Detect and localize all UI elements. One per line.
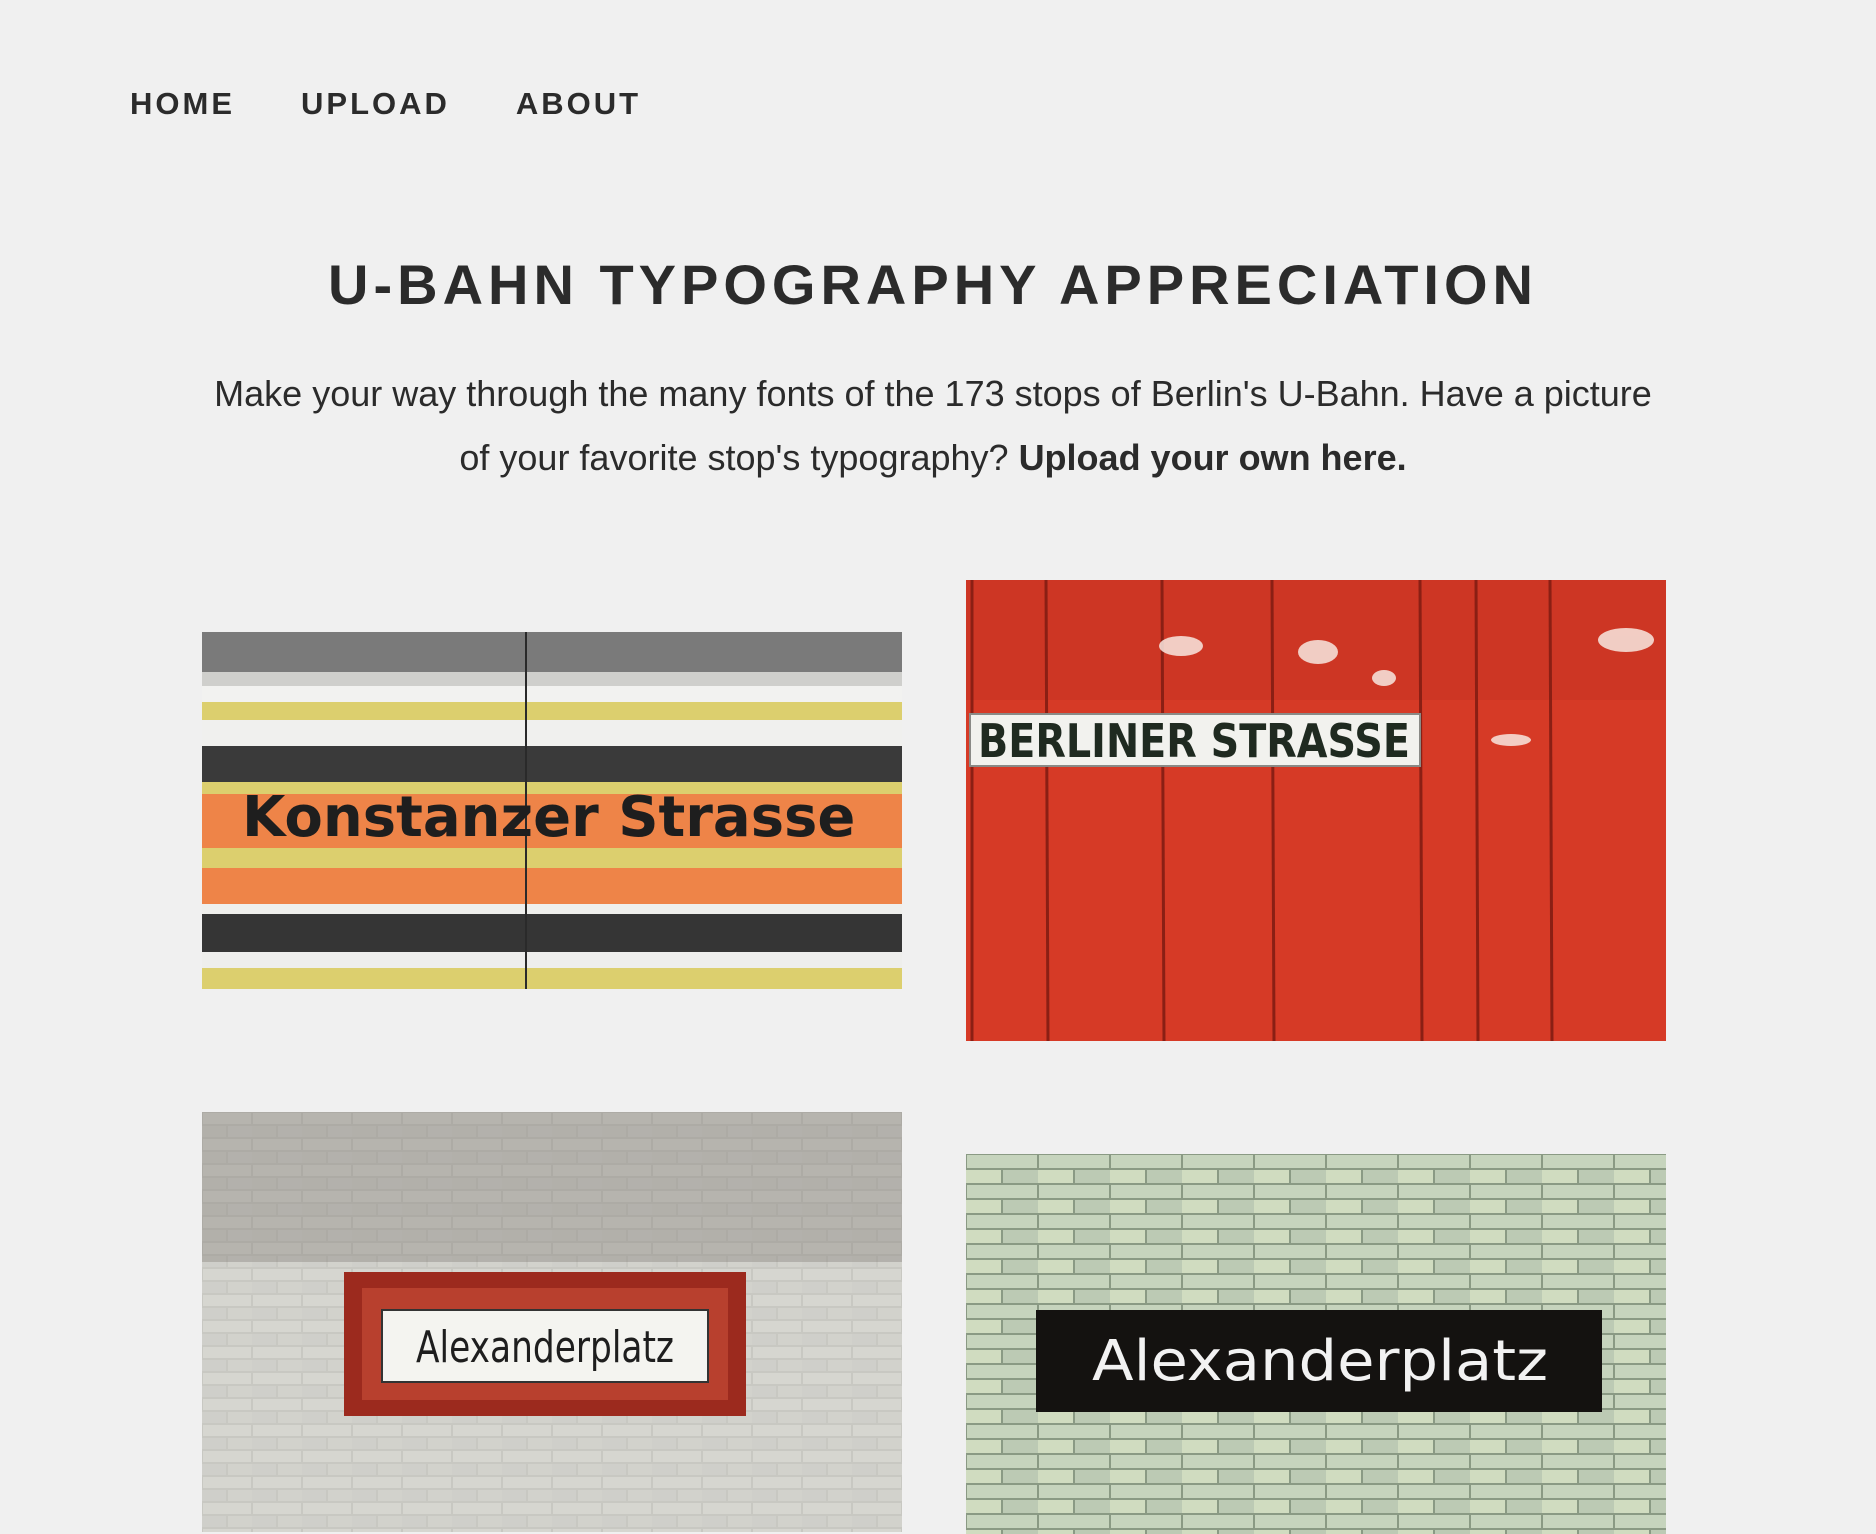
photo-berliner-strasse[interactable]: BERLINER STRASSE	[966, 580, 1666, 1041]
nav-home-link[interactable]: HOME	[130, 86, 235, 122]
berliner-sign-text: BERLINER STRASSE	[978, 714, 1410, 768]
photo-konstanzer-strasse[interactable]: Konstanzer Strasse	[202, 632, 902, 989]
upload-link[interactable]: Upload your own here.	[1019, 437, 1407, 478]
intro-text: Make your way through the many fonts of …	[214, 373, 1652, 478]
alexanderplatz-red-photo: Alexanderplatz	[202, 1112, 902, 1532]
alexanderplatz-black-photo: Alexanderplatz	[966, 1154, 1666, 1534]
konstanzer-strasse-photo: Konstanzer Strasse	[202, 632, 902, 989]
photo-alexanderplatz-black[interactable]: Alexanderplatz	[966, 1154, 1666, 1534]
berliner-strasse-photo: BERLINER STRASSE	[966, 580, 1666, 1041]
photo-alexanderplatz-red[interactable]: Alexanderplatz	[202, 1112, 902, 1532]
konstanzer-sign-text: Konstanzer Strasse	[242, 785, 855, 850]
alexanderplatz-black-sign-text: Alexanderplatz	[1092, 1329, 1548, 1394]
alexanderplatz-red-sign-text: Alexanderplatz	[416, 1322, 674, 1373]
nav-about-link[interactable]: ABOUT	[516, 86, 641, 122]
intro-paragraph: Make your way through the many fonts of …	[210, 362, 1656, 490]
page-title: U-BAHN TYPOGRAPHY APPRECIATION	[328, 253, 1538, 316]
main-nav: HOME UPLOAD ABOUT	[130, 86, 641, 122]
nav-upload-link[interactable]: UPLOAD	[301, 86, 450, 122]
